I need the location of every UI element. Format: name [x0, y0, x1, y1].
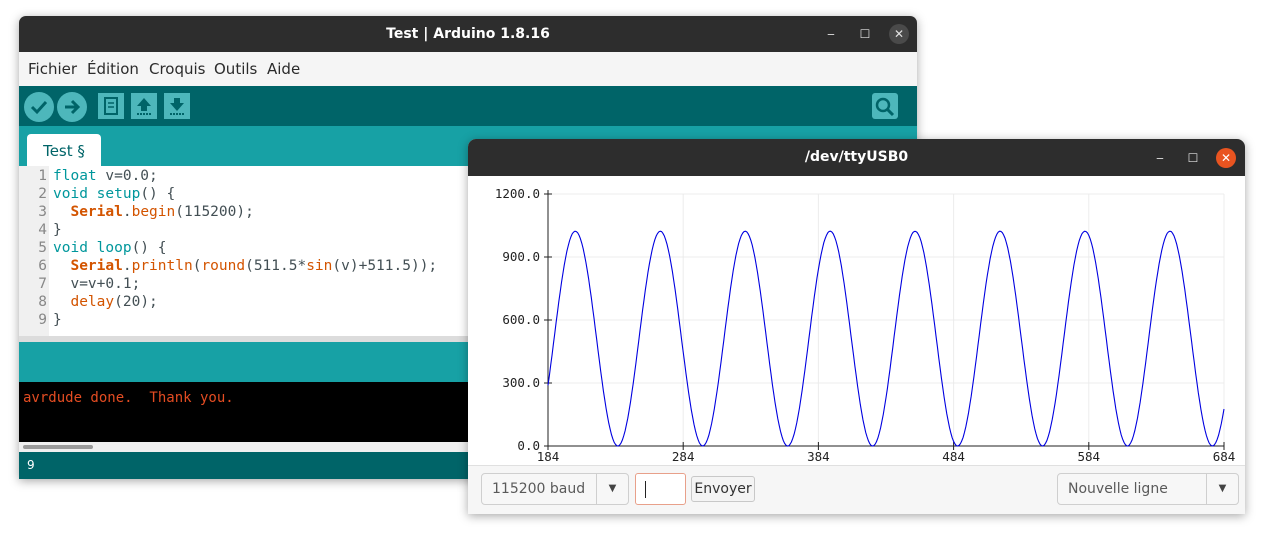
code-text: float v=0.0;: [53, 168, 158, 184]
text-caret: [645, 481, 646, 498]
checkmark-icon: [30, 100, 48, 115]
line-number: 5: [38, 240, 47, 256]
line-number: 1: [38, 168, 47, 184]
close-icon[interactable]: ✕: [1216, 148, 1236, 168]
arduino-titlebar[interactable]: Test | Arduino 1.8.16 ‒ ☐ ✕: [19, 16, 917, 52]
code-text: delay(20);: [70, 294, 158, 310]
upload-button[interactable]: [57, 92, 87, 122]
chevron-down-icon: ▼: [596, 474, 628, 504]
serial-monitor-button[interactable]: [872, 93, 898, 119]
maximize-icon[interactable]: ☐: [1183, 148, 1203, 168]
toolbar: [19, 86, 917, 126]
code-text: v=v+0.1;: [53, 276, 141, 292]
code-text: Serial.println(round(511.5*sin(v)+511.5)…: [70, 258, 438, 274]
code-text: }: [53, 312, 62, 328]
x-tick-label: 184: [537, 449, 560, 464]
plotter-titlebar[interactable]: /dev/ttyUSB0 ‒ ☐ ✕: [468, 139, 1245, 176]
serial-plot-chart: 1200.0900.0600.0300.00.0184 284 384 484 584 6…: [495, 186, 1236, 464]
menu-bar: Fichier Édition Croquis Outils Aide: [19, 52, 917, 86]
baud-select[interactable]: 115200 baud ▼: [481, 473, 629, 505]
plotter-window-title: /dev/ttyUSB0: [804, 149, 909, 165]
line-number: 6: [38, 258, 47, 274]
line-ending-select[interactable]: Nouvelle ligne ▼: [1057, 473, 1239, 505]
x-tick-label: 484: [942, 449, 965, 464]
line-number: 2: [38, 186, 47, 202]
menu-aide[interactable]: Aide: [267, 52, 300, 86]
plot-area: 1200.0 900.0 600.0 300.0 0.0 184 284 384 484 584 6…: [468, 176, 1245, 465]
maximize-icon[interactable]: ☐: [855, 24, 875, 44]
code-text: Serial.begin(115200);: [70, 204, 254, 220]
x-tick-label: 684: [1213, 449, 1236, 464]
code-text: void loop() {: [53, 240, 167, 256]
menu-outils[interactable]: Outils: [214, 52, 257, 86]
send-button[interactable]: Envoyer: [691, 476, 755, 502]
y-tick-label: 900.0: [502, 249, 540, 264]
arduino-window-title: Test | Arduino 1.8.16: [386, 26, 550, 42]
save-button[interactable]: [164, 93, 190, 119]
menu-croquis[interactable]: Croquis: [149, 52, 206, 86]
new-file-icon: [104, 97, 118, 115]
x-tick-label: 384: [807, 449, 830, 464]
serial-plotter-window: /dev/ttyUSB0 ‒ ☐ ✕ 1200.0 900.0 600.0 300.0…: [468, 139, 1245, 514]
menu-fichier[interactable]: Fichier: [28, 52, 77, 86]
line-number: 4: [38, 222, 47, 238]
code-text: void setup() {: [53, 186, 176, 202]
plotter-controls: 115200 baud ▼ Envoyer Nouvelle ligne ▼: [468, 465, 1245, 514]
open-button[interactable]: [131, 93, 157, 119]
arrow-down-icon: [170, 98, 184, 115]
scrollbar-thumb[interactable]: [23, 445, 93, 449]
minimize-icon[interactable]: ‒: [821, 24, 841, 44]
send-input[interactable]: [635, 473, 686, 505]
magnifier-icon: [875, 97, 895, 117]
menu-edition[interactable]: Édition: [87, 52, 139, 86]
line-ending-value: Nouvelle ligne: [1068, 481, 1168, 497]
y-tick-label: 600.0: [502, 312, 540, 327]
minimize-icon[interactable]: ‒: [1150, 148, 1170, 168]
arrow-right-icon: [65, 99, 81, 115]
chevron-down-icon: ▼: [1206, 474, 1238, 504]
line-number: 3: [38, 204, 47, 220]
line-number: 7: [38, 276, 47, 292]
new-button[interactable]: [98, 93, 124, 119]
x-tick-label: 584: [1078, 449, 1101, 464]
y-tick-label: 1200.0: [495, 186, 540, 201]
line-number: 9: [38, 312, 47, 328]
y-tick-label: 300.0: [502, 375, 540, 390]
tab-test[interactable]: Test §: [27, 134, 101, 166]
close-icon[interactable]: ✕: [889, 24, 909, 44]
line-number: 8: [38, 294, 47, 310]
verify-button[interactable]: [24, 92, 54, 122]
arrow-up-icon: [137, 98, 151, 115]
x-tick-label: 284: [672, 449, 695, 464]
code-text: }: [53, 222, 62, 238]
baud-value: 115200 baud: [492, 481, 586, 497]
series-line: [547, 230, 1225, 447]
